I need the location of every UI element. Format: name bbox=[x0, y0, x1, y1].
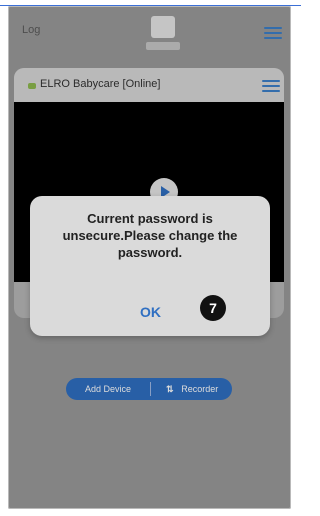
password-alert-dialog: Current password is unsecure.Please chan… bbox=[30, 196, 270, 336]
ok-button[interactable]: OK bbox=[140, 304, 161, 320]
step-badge: 7 bbox=[200, 295, 226, 321]
app-screen: Log ELRO Babycare [Online] Add Device ⇅ … bbox=[8, 6, 291, 509]
dialog-message: Current password is unsecure.Please chan… bbox=[62, 211, 238, 260]
